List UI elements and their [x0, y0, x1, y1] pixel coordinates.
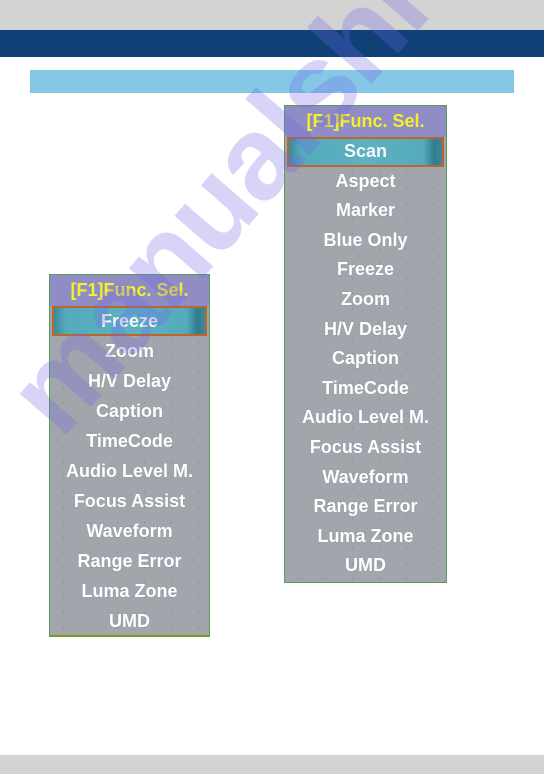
- menu-item-focus-assist[interactable]: Focus Assist: [50, 486, 209, 516]
- menu-item-umd[interactable]: UMD: [50, 606, 209, 636]
- menu-item-hv-delay[interactable]: H/V Delay: [285, 315, 446, 345]
- menu-item-hv-delay[interactable]: H/V Delay: [50, 366, 209, 396]
- header-band: [0, 30, 544, 57]
- menu-item-waveform[interactable]: Waveform: [285, 463, 446, 493]
- menu-header: [F1]Func. Sel.: [285, 106, 446, 137]
- func-select-menu-left: [F1]Func. Sel. Freeze Zoom H/V Delay Cap…: [49, 274, 210, 637]
- menu-item-caption[interactable]: Caption: [285, 344, 446, 374]
- menu-item-freeze[interactable]: Freeze: [285, 255, 446, 285]
- menu-item-audio-level-meter[interactable]: Audio Level M.: [285, 403, 446, 433]
- footer-band: [0, 755, 544, 774]
- top-band: [0, 0, 544, 30]
- menu-item-marker[interactable]: Marker: [285, 196, 446, 226]
- func-select-menu-right: [F1]Func. Sel. Scan Aspect Marker Blue O…: [284, 105, 447, 583]
- menu-item-luma-zone[interactable]: Luma Zone: [285, 522, 446, 552]
- menu-item-zoom[interactable]: Zoom: [50, 336, 209, 366]
- menu-item-blue-only[interactable]: Blue Only: [285, 226, 446, 256]
- menu-item-timecode[interactable]: TimeCode: [50, 426, 209, 456]
- menu-item-range-error[interactable]: Range Error: [285, 492, 446, 522]
- menu-item-timecode[interactable]: TimeCode: [285, 374, 446, 404]
- menu-item-aspect[interactable]: Aspect: [285, 167, 446, 197]
- menu-item-audio-level-meter[interactable]: Audio Level M.: [50, 456, 209, 486]
- menu-item-waveform[interactable]: Waveform: [50, 516, 209, 546]
- section-bar: [30, 70, 514, 93]
- menu-item-range-error[interactable]: Range Error: [50, 546, 209, 576]
- menu-item-freeze[interactable]: Freeze: [52, 306, 207, 336]
- menu-item-zoom[interactable]: Zoom: [285, 285, 446, 315]
- menu-item-scan[interactable]: Scan: [287, 137, 444, 167]
- menu-item-luma-zone[interactable]: Luma Zone: [50, 576, 209, 606]
- menu-header: [F1]Func. Sel.: [50, 275, 209, 306]
- menu-item-caption[interactable]: Caption: [50, 396, 209, 426]
- menu-item-focus-assist[interactable]: Focus Assist: [285, 433, 446, 463]
- menu-item-umd[interactable]: UMD: [285, 551, 446, 581]
